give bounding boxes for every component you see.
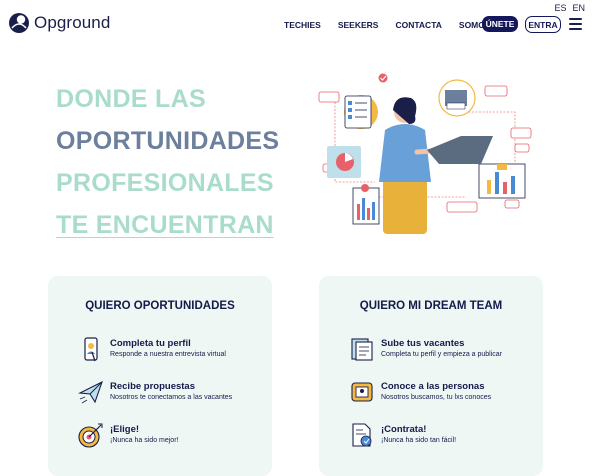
item-subtitle: Completa tu perfil y empieza a publicar — [381, 351, 503, 358]
phone-profile-icon — [84, 337, 98, 362]
item-subtitle: Nosotros buscamos, tu lxs conoces — [381, 394, 492, 401]
hero-line-3: PROFESIONALES — [56, 169, 274, 197]
list-item: Sube tus vacantes Completa tu perfil y e… — [349, 336, 502, 362]
item-subtitle: ¡Nunca ha sido tan fácil! — [381, 437, 457, 444]
brand-logo[interactable]: Opground — [8, 12, 110, 34]
hero-heading: DONDE LAS OPORTUNIDADES PROFESIONALES TE… — [56, 78, 279, 246]
profile-cards-icon — [351, 382, 373, 402]
opportunities-card-title: QUIERO OPORTUNIDADES — [85, 300, 235, 312]
list-item: Conoce a las personas Nosotros buscamos,… — [349, 379, 491, 405]
hamburger-menu-icon[interactable] — [569, 18, 582, 30]
item-title: Sube tus vacantes — [381, 338, 465, 349]
dream-team-card: QUIERO MI DREAM TEAM Sube tus vacantes C… — [319, 276, 543, 476]
contract-icon — [352, 423, 372, 447]
documents-icon — [351, 338, 373, 361]
join-button[interactable]: ÚNETE — [482, 16, 518, 32]
list-item: ¡Elige! ¡Nunca ha sido mejor! — [78, 422, 178, 448]
opground-logo-icon — [9, 13, 29, 33]
list-item: Recibe propuestas Nosotros te conectamos… — [78, 379, 232, 405]
paper-plane-icon — [78, 380, 103, 404]
item-subtitle: Responde a nuestra entrevista virtual — [110, 351, 226, 358]
target-icon — [78, 423, 103, 448]
hero-line-2: OPORTUNIDADES — [56, 127, 280, 155]
nav-techies[interactable]: TECHIES — [284, 20, 321, 30]
list-item: ¡Contrata! ¡Nunca ha sido tan fácil! — [349, 422, 456, 448]
login-button[interactable]: ENTRA — [525, 16, 561, 33]
item-title: ¡Elige! — [110, 424, 140, 435]
dream-team-card-title: QUIERO MI DREAM TEAM — [359, 300, 503, 312]
item-subtitle: Nosotros te conectamos a las vacantes — [110, 394, 233, 401]
item-title: ¡Contrata! — [381, 424, 427, 435]
main-nav: TECHIES SEEKERS CONTACTA SOMOS — [284, 20, 508, 30]
hero-line-1: DONDE LAS — [56, 85, 206, 113]
item-subtitle: ¡Nunca ha sido mejor! — [110, 437, 179, 444]
lang-es-link[interactable]: ES — [554, 3, 566, 13]
item-title: Conoce a las personas — [381, 381, 485, 392]
item-title: Completa tu perfil — [110, 338, 191, 349]
hero-illustration — [318, 73, 532, 234]
nav-seekers[interactable]: SEEKERS — [338, 20, 379, 30]
nav-contacta[interactable]: CONTACTA — [395, 20, 441, 30]
language-switcher: ES EN — [554, 3, 585, 13]
lang-en-link[interactable]: EN — [572, 3, 585, 13]
item-title: Recibe propuestas — [110, 381, 195, 392]
opportunities-card: QUIERO OPORTUNIDADES Completa tu perfil … — [48, 276, 272, 476]
brand-name: Opground — [34, 13, 111, 32]
hero-line-4: TE ENCUENTRAN — [56, 211, 274, 239]
list-item: Completa tu perfil Responde a nuestra en… — [78, 336, 226, 362]
